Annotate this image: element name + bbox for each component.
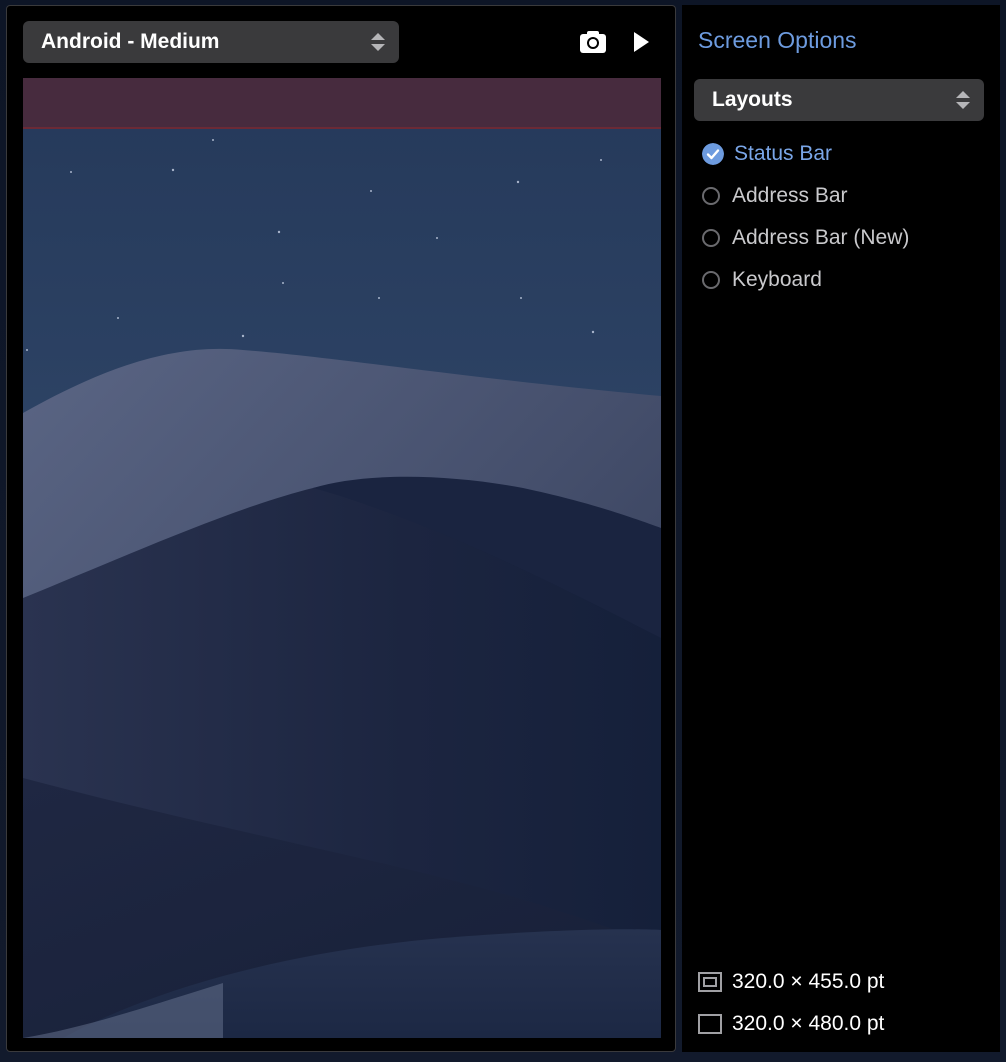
screen-options-panel: Screen Options Layouts Status Bar Addres… [682,5,1000,1052]
layouts-select-value: Layouts [712,88,793,111]
select-arrows-icon [956,91,970,109]
option-status-bar[interactable]: Status Bar [702,133,909,175]
screen-icon [698,1014,722,1034]
layout-options-list: Status Bar Address Bar Address Bar (New)… [702,133,909,301]
viewport-size-label: 320.0 × 455.0 pt [732,970,885,993]
radio-icon [702,271,720,289]
checkmark-circle-icon [702,143,724,165]
status-bar-overlay [23,78,661,128]
camera-icon[interactable] [579,29,607,55]
radio-icon [702,229,720,247]
option-address-bar-new[interactable]: Address Bar (New) [702,217,909,259]
option-label: Address Bar [732,184,848,207]
option-label: Keyboard [732,268,822,291]
option-label: Address Bar (New) [732,226,910,249]
viewport-size: 320.0 × 455.0 pt [698,970,884,994]
window-frame: Android - Medium Screen Options Layouts … [0,0,1006,1062]
radio-icon [702,187,720,205]
device-select[interactable]: Android - Medium [23,21,399,63]
screen-options-title[interactable]: Screen Options [698,27,857,54]
preview-panel: Android - Medium [6,5,676,1052]
wallpaper-image [23,78,661,1038]
screen-size: 320.0 × 480.0 pt [698,1012,884,1036]
play-icon[interactable] [631,30,651,54]
layouts-select[interactable]: Layouts [694,79,984,121]
screen-size-label: 320.0 × 480.0 pt [732,1012,885,1035]
device-select-value: Android - Medium [41,30,220,53]
viewport-icon [698,972,722,992]
option-keyboard[interactable]: Keyboard [702,259,909,301]
device-preview [23,78,661,1038]
option-address-bar[interactable]: Address Bar [702,175,909,217]
option-label: Status Bar [734,142,833,165]
select-arrows-icon [371,33,385,51]
